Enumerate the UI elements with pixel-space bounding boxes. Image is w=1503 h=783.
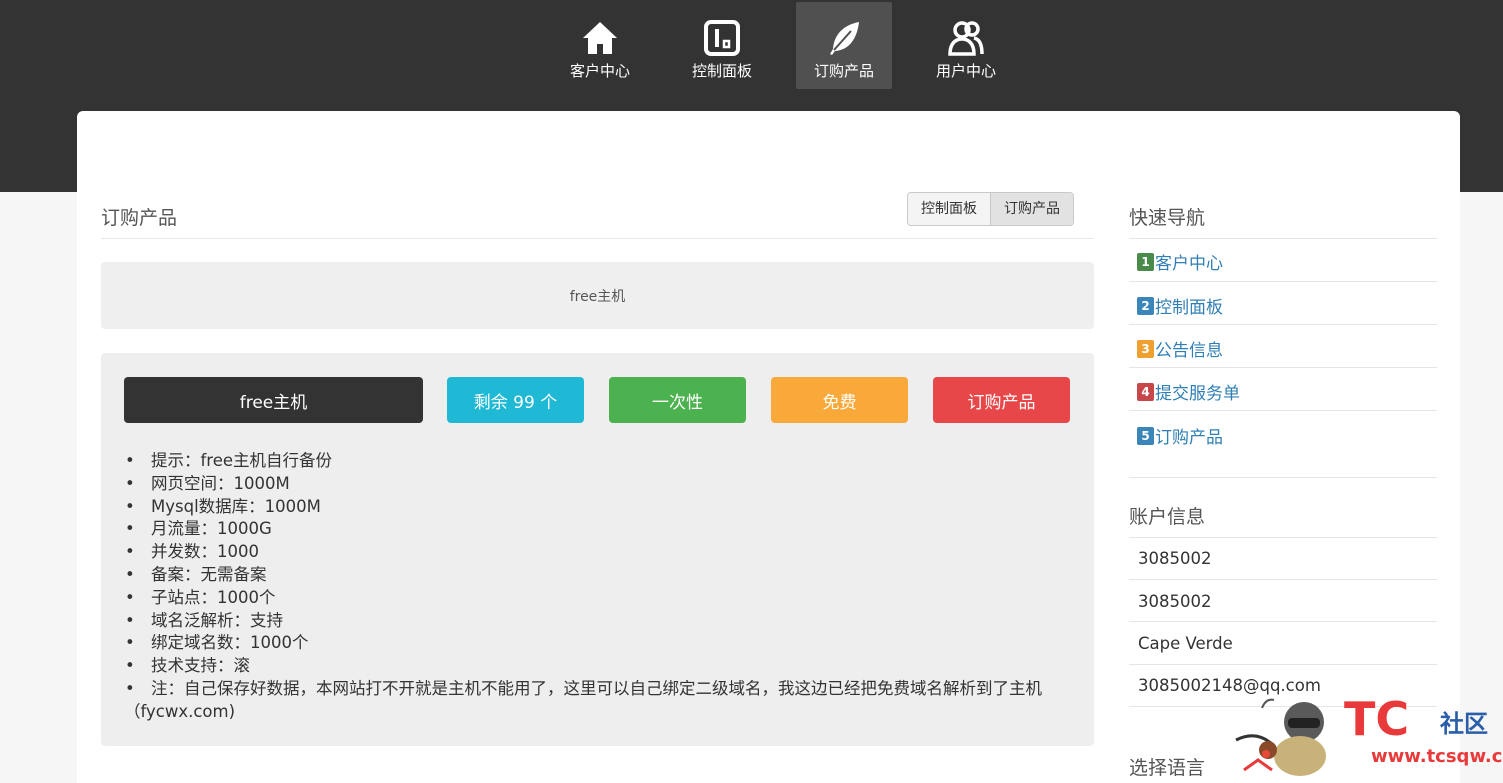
breadcrumb: 控制面板 订购产品	[907, 192, 1074, 226]
divider	[1129, 664, 1437, 665]
watermark-site: 社区	[1440, 710, 1488, 738]
nav-label: 用户中心	[935, 62, 996, 80]
list-item: 域名泛解析：支持	[124, 610, 1074, 633]
breadcrumb-order-products[interactable]: 订购产品	[990, 193, 1073, 225]
language-title: 选择语言	[1129, 757, 1206, 779]
quick-nav-control-panel[interactable]: 2 控制面板	[1137, 293, 1223, 318]
quick-nav-submit-ticket[interactable]: 4 提交服务单	[1137, 379, 1240, 404]
quick-nav-label: 提交服务单	[1155, 384, 1240, 404]
price-badge: 免费	[771, 377, 908, 423]
nav-label: 订购产品	[813, 62, 874, 80]
list-item: 月流量：1000G	[124, 518, 1074, 541]
account-id: 3085002	[1138, 549, 1212, 568]
feature-list: 提示：free主机自行备份 网页空间：1000M Mysql数据库：1000M …	[124, 450, 1074, 724]
divider	[1129, 367, 1437, 368]
list-item: 绑定域名数：1000个	[124, 632, 1074, 655]
list-item: 并发数：1000	[124, 541, 1074, 564]
stock-badge: 剩余 99 个	[447, 377, 584, 423]
watermark-url: www.tcsqw.com	[1371, 746, 1503, 767]
account-username: 3085002	[1138, 592, 1212, 611]
divider	[1129, 537, 1437, 538]
home-icon	[581, 18, 619, 58]
nav-item-user-center[interactable]: 用户中心	[918, 2, 1014, 89]
divider	[1129, 477, 1437, 478]
number-badge: 2	[1137, 296, 1154, 315]
watermark-logo: TC	[1344, 692, 1410, 746]
number-badge: 4	[1137, 382, 1154, 401]
quick-nav-label: 公告信息	[1155, 341, 1223, 361]
list-item: 子站点：1000个	[124, 587, 1074, 610]
list-item: 注：自己保存好数据，本网站打不开就是主机不能用了，这里可以自己绑定二级域名，我这…	[124, 678, 1074, 724]
account-info-title: 账户信息	[1129, 506, 1206, 528]
panel-icon	[703, 18, 741, 58]
quick-nav-order-products[interactable]: 5 订购产品	[1137, 423, 1223, 448]
number-badge: 1	[1137, 252, 1154, 271]
divider	[101, 238, 1094, 239]
account-country: Cape Verde	[1138, 634, 1233, 653]
quick-nav-announcements[interactable]: 3 公告信息	[1137, 336, 1223, 361]
page-title: 订购产品	[101, 207, 178, 229]
quick-nav-title: 快速导航	[1129, 207, 1206, 229]
number-badge: 3	[1137, 339, 1154, 358]
quick-nav-label: 订购产品	[1155, 428, 1223, 448]
product-panel: free主机 剩余 99 个 一次性 免费 订购产品 提示：free主机自行备份…	[101, 353, 1094, 746]
nav-label: 客户中心	[569, 62, 630, 80]
divider	[1129, 579, 1437, 580]
list-item: 网页空间：1000M	[124, 473, 1074, 496]
divider	[1129, 281, 1437, 282]
users-icon	[947, 18, 985, 58]
list-item: 备案：无需备案	[124, 564, 1074, 587]
number-badge: 5	[1137, 426, 1154, 445]
divider	[1129, 324, 1437, 325]
product-header: free主机	[101, 262, 1094, 329]
nav-label: 控制面板	[691, 62, 752, 80]
order-product-button[interactable]: 订购产品	[933, 377, 1070, 423]
divider	[1129, 621, 1437, 622]
nav-item-client-center[interactable]: 客户中心	[552, 2, 648, 89]
mascot-icon	[1235, 698, 1326, 776]
product-name-badge: free主机	[124, 377, 423, 423]
quick-nav-label: 客户中心	[1155, 254, 1223, 274]
feather-icon	[825, 18, 863, 58]
breadcrumb-control-panel[interactable]: 控制面板	[908, 193, 990, 225]
nav-item-control-panel[interactable]: 控制面板	[674, 2, 770, 89]
watermark: TC 社区 www.tcsqw.com	[1226, 688, 1503, 783]
billing-cycle-badge: 一次性	[609, 377, 746, 423]
list-item: 提示：free主机自行备份	[124, 450, 1074, 473]
divider	[1129, 238, 1437, 239]
nav-item-order-products[interactable]: 订购产品	[796, 2, 892, 89]
quick-nav-client-center[interactable]: 1 客户中心	[1137, 249, 1223, 274]
list-item: 技术支持：滚	[124, 655, 1074, 678]
product-header-name: free主机	[569, 288, 626, 305]
list-item: Mysql数据库：1000M	[124, 496, 1074, 519]
divider	[1129, 410, 1437, 411]
quick-nav-label: 控制面板	[1155, 298, 1223, 318]
